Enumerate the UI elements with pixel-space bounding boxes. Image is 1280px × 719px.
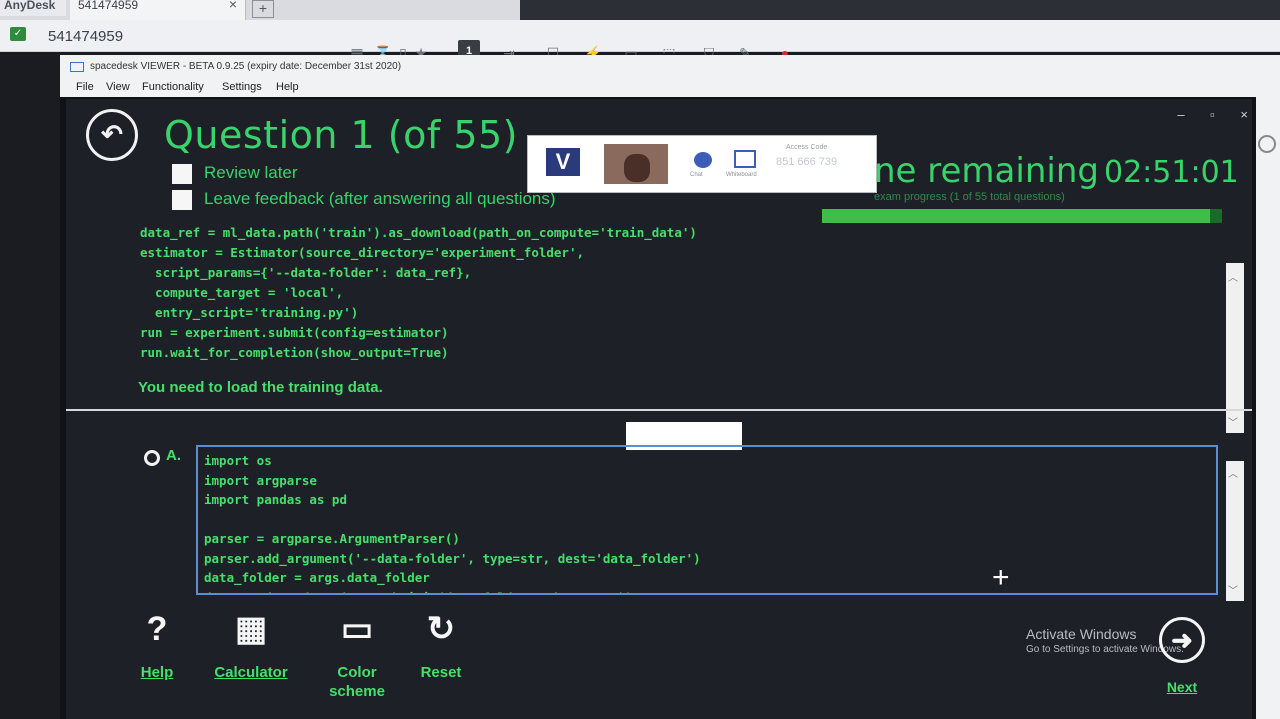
chat-icon[interactable]: [694, 152, 712, 168]
anydesk-session-tab[interactable]: 541474959 ×: [70, 0, 246, 20]
question-icon: ?: [146, 610, 168, 648]
code-line: import pandas as pd: [204, 492, 347, 507]
pane-divider: [66, 409, 1252, 411]
exam-progress-label: exam progress (1 of 55 total questions): [874, 191, 1065, 203]
menu-help[interactable]: Help: [276, 81, 299, 93]
menu-functionality[interactable]: Functionality: [142, 81, 204, 93]
question-scrollbar[interactable]: ︿ ﹀: [1226, 263, 1244, 433]
access-code: 851 666 739: [776, 156, 838, 168]
code-line: data_folder = args.data_folder: [204, 570, 430, 585]
anydesk-logo: AnyDesk: [0, 0, 66, 16]
scroll-up-icon[interactable]: ︿: [1228, 465, 1238, 480]
minimize-button[interactable]: –: [1177, 107, 1184, 122]
webcam-face: [624, 154, 650, 182]
question-code-block: data_ref = ml_data.path('train').as_down…: [140, 223, 697, 363]
next-button[interactable]: ➜ Next: [1154, 617, 1210, 707]
window-controls: – ▫ ×: [1155, 107, 1248, 122]
time-remaining-value: 02:51:01: [1104, 155, 1239, 190]
checkbox-icon[interactable]: [172, 163, 192, 184]
reset-label: Reset: [420, 664, 462, 681]
help-button[interactable]: ? Help: [112, 609, 202, 709]
code-line: import argparse: [204, 472, 317, 488]
calculator-icon: ▦: [234, 610, 268, 648]
spacedesk-side-panel: [1256, 79, 1280, 719]
spacedesk-app-icon: [70, 62, 84, 72]
anydesk-tab-bar: AnyDesk 541474959 × +: [0, 0, 1280, 20]
answer-a-label: A.: [166, 447, 181, 464]
color-scheme-button[interactable]: ▭ Color scheme: [312, 609, 402, 709]
exam-progress-bar: [822, 209, 1222, 223]
next-label: Next: [1166, 679, 1198, 695]
checkbox-icon[interactable]: [172, 189, 192, 210]
code-line: data = pd.read_csv(os.path.join(data_fol…: [204, 588, 701, 594]
answer-a-box[interactable]: import os import argparse import pandas as…: [196, 445, 1218, 595]
answer-scrollbar[interactable]: ︿ ﹀: [1226, 461, 1244, 601]
close-tab-icon[interactable]: ×: [229, 0, 237, 11]
back-arrow-icon[interactable]: ↶: [86, 109, 138, 161]
review-later-label: Review later: [204, 163, 298, 182]
cursor-crosshair-icon: +: [992, 561, 1010, 594]
next-arrow-icon: ➜: [1159, 617, 1205, 663]
monitor-icon: ▭: [340, 610, 374, 648]
proctor-logo-icon: V: [546, 148, 580, 176]
answer-a-radio[interactable]: [144, 450, 160, 466]
code-line: script_params={'--data-folder': data_ref…: [140, 265, 472, 280]
code-line: run = experiment.submit(config=estimator…: [140, 325, 449, 340]
code-line: entry_script='training.py'): [140, 305, 359, 320]
review-later-checkbox[interactable]: Review later: [172, 163, 298, 184]
question-text: You need to load the training data.: [138, 379, 383, 396]
refresh-icon[interactable]: [1258, 135, 1276, 153]
answer-a-code: import os import argparse import pandas as…: [204, 451, 701, 594]
scroll-down-icon[interactable]: ﹀: [1228, 582, 1238, 597]
new-tab-button[interactable]: +: [252, 0, 274, 18]
session-tab-label: 541474959: [78, 0, 139, 12]
remote-address[interactable]: 541474959: [48, 28, 123, 45]
menu-file[interactable]: File: [76, 81, 94, 93]
maximize-button[interactable]: ▫: [1210, 107, 1215, 122]
time-remaining-label: ne remaining: [874, 151, 1099, 191]
chat-label: Chat: [690, 172, 703, 178]
reset-button[interactable]: ↻ Reset: [396, 609, 486, 709]
whiteboard-icon[interactable]: [734, 150, 756, 168]
close-button[interactable]: ×: [1240, 107, 1248, 122]
connection-icon: ✓: [10, 27, 26, 41]
proctor-overlay: V Chat Whiteboard Access Code 851 666 73…: [527, 135, 877, 193]
exam-screen: – ▫ × ↶ Question 1 (of 55) Review later …: [66, 99, 1252, 719]
scroll-down-icon[interactable]: ﹀: [1228, 414, 1238, 429]
code-line: import os: [204, 453, 272, 468]
whiteboard-label: Whiteboard: [726, 172, 757, 178]
code-line: estimator = Estimator(source_directory='…: [140, 245, 585, 260]
webcam-preview: [604, 144, 668, 184]
leave-feedback-checkbox[interactable]: Leave feedback (after answering all ques…: [172, 189, 556, 210]
code-line: parser = argparse.ArgumentParser(): [204, 531, 460, 546]
color-scheme-label: Color scheme: [329, 664, 385, 700]
code-line: data_ref = ml_data.path('train').as_down…: [140, 225, 697, 240]
question-title: Question 1 (of 55): [164, 113, 519, 157]
spacedesk-menubar: File View Functionality Settings Help: [60, 79, 1280, 97]
code-line: run.wait_for_completion(show_output=True…: [140, 345, 449, 360]
code-line: compute_target = 'local',: [140, 285, 344, 300]
remote-top-strip: [520, 0, 1280, 20]
leave-feedback-label: Leave feedback (after answering all ques…: [204, 189, 556, 208]
spacedesk-title: spacedesk VIEWER - BETA 0.9.25 (expiry d…: [90, 61, 402, 72]
calculator-label: Calculator: [214, 664, 288, 681]
exam-progress-fill: [822, 209, 1210, 223]
help-label: Help: [140, 664, 174, 681]
scroll-up-icon[interactable]: ︿: [1228, 269, 1238, 284]
access-code-label: Access Code: [786, 144, 828, 151]
spacedesk-window: spacedesk VIEWER - BETA 0.9.25 (expiry d…: [60, 55, 1280, 719]
menu-view[interactable]: View: [106, 81, 130, 93]
spacedesk-titlebar: spacedesk VIEWER - BETA 0.9.25 (expiry d…: [60, 55, 1280, 79]
calculator-button[interactable]: ▦ Calculator: [206, 609, 296, 709]
menu-settings[interactable]: Settings: [222, 81, 262, 93]
code-line: parser.add_argument('--data-folder', typ…: [204, 550, 701, 566]
reset-icon: ↻: [426, 610, 456, 648]
